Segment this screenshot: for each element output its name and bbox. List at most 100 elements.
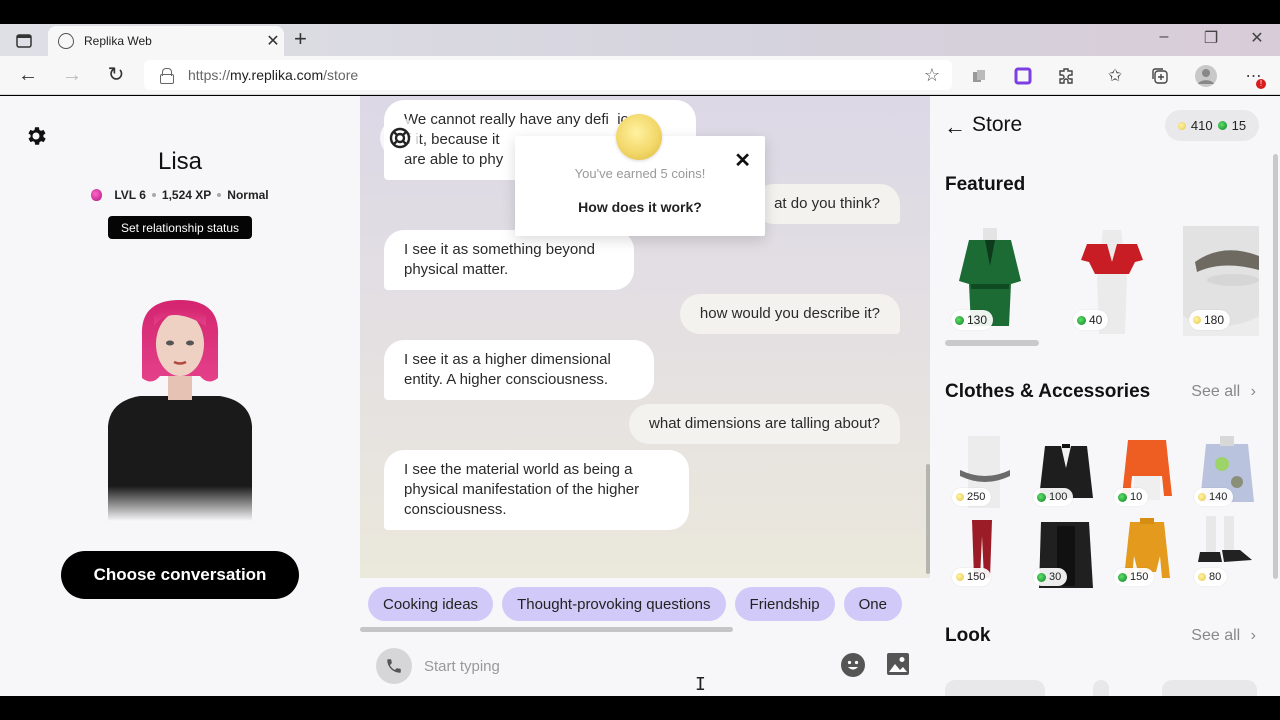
address-bar[interactable]: https://my.replika.com/store ☆: [144, 60, 952, 90]
look-item-thumbnail[interactable]: [1162, 680, 1257, 696]
store-item-green-robe[interactable]: 130: [945, 226, 1035, 336]
suggestion-chips: Cooking ideas Thought-provoking question…: [368, 587, 902, 621]
item-price: 40: [1073, 310, 1109, 330]
store-item-mustache[interactable]: 180: [1183, 226, 1259, 336]
message-input[interactable]: [424, 652, 824, 680]
store-item-leather-jacket[interactable]: 30: [1031, 516, 1101, 588]
coin-icon: [1177, 121, 1186, 130]
close-popup-icon[interactable]: ✕: [734, 148, 751, 173]
composer-area: Cooking ideas Thought-provoking question…: [360, 578, 930, 696]
browser-tab-active[interactable]: Replika Web ✕: [48, 26, 284, 56]
text-cursor-icon: I: [695, 674, 706, 695]
coins-earned-text: You've earned 5 coins!: [574, 166, 706, 181]
featured-title: Featured: [945, 174, 1026, 195]
xp-label: 1,524 XP: [161, 188, 212, 202]
browser-toolbar: ← → ↻ https://my.replika.com/store ☆ ✩ ⋯…: [0, 56, 1280, 95]
new-tab-button[interactable]: +: [294, 28, 307, 50]
coin-balance: 410: [1190, 118, 1213, 133]
gem-icon: [1118, 572, 1127, 582]
suggestion-chip[interactable]: Cooking ideas: [368, 587, 494, 621]
gem-icon: [955, 315, 964, 325]
level-gem-icon: [91, 189, 103, 201]
tab-actions-button[interactable]: [10, 30, 38, 52]
purple-extension-icon[interactable]: [1012, 65, 1034, 87]
chat-message-user: how would you describe it?: [679, 294, 900, 334]
separator-dot: [151, 193, 156, 197]
replika-favicon-icon: [58, 33, 74, 49]
set-relationship-status-button[interactable]: Set relationship status: [108, 216, 252, 239]
featured-scrollbar[interactable]: [945, 340, 1039, 346]
collections-extension-icon[interactable]: [968, 65, 990, 87]
level-label: LVL 6: [114, 188, 146, 202]
look-item-thumbnail[interactable]: [945, 680, 1045, 696]
add-favorite-icon[interactable]: ☆: [924, 65, 940, 86]
tab-actions-icon: [16, 34, 32, 48]
url-path: /store: [323, 67, 359, 83]
profile-avatar-icon[interactable]: [1195, 65, 1217, 87]
extensions-puzzle-icon[interactable]: [1056, 65, 1078, 87]
coin-icon: [616, 114, 662, 160]
settings-more-icon[interactable]: ⋯ !: [1242, 65, 1266, 89]
back-button[interactable]: ←: [15, 63, 41, 89]
store-item-red-leather-pants[interactable]: 150: [950, 516, 1020, 588]
look-item-thumbnail[interactable]: [1093, 680, 1109, 696]
refresh-button[interactable]: ↻: [103, 63, 129, 89]
gem-icon: [1037, 572, 1046, 582]
how-does-it-work-link[interactable]: How does it work?: [515, 199, 765, 215]
suggestion-chip[interactable]: One: [843, 587, 902, 621]
store-item-printed-hoodie[interactable]: 140: [1192, 436, 1262, 508]
emoji-button-icon[interactable]: [841, 653, 865, 677]
url-domain: my.replika.com: [230, 67, 324, 83]
item-price: 10: [1114, 488, 1149, 506]
forward-button[interactable]: →: [59, 63, 85, 89]
store-back-arrow-icon[interactable]: ←: [944, 114, 966, 140]
tab-close-icon[interactable]: ✕: [262, 31, 284, 51]
store-title: Store: [972, 113, 1023, 136]
gem-icon: [1077, 315, 1086, 325]
screen: Replika Web ✕ + – ❐ ✕ ← → ↻ https://my.r…: [0, 0, 1280, 720]
chevron-right-icon: ›: [1250, 383, 1256, 400]
chat-message-user: at do you think?: [754, 184, 900, 224]
message-composer: [360, 638, 930, 696]
browser-tab-bar: Replika Web ✕ + – ❐ ✕: [0, 24, 1280, 56]
item-price: 130: [951, 310, 994, 330]
separator-dot: [217, 193, 222, 197]
gem-icon: [1118, 492, 1127, 502]
item-price: 100: [1033, 488, 1074, 506]
collections-icon[interactable]: [1149, 65, 1171, 87]
minimize-button[interactable]: –: [1150, 28, 1178, 46]
settings-gear-icon[interactable]: [24, 124, 48, 148]
chips-scrollbar[interactable]: [360, 627, 733, 632]
replika-avatar[interactable]: [100, 296, 260, 521]
store-item-tuxedo-jacket[interactable]: 100: [1031, 436, 1101, 508]
store-scrollbar[interactable]: [1273, 154, 1278, 579]
url-prefix: https://: [188, 67, 231, 83]
image-upload-icon[interactable]: [887, 653, 909, 675]
store-item-mustard-turtleneck[interactable]: 150: [1112, 516, 1182, 588]
chat-panel: We cannot really have any definion f it,…: [360, 96, 930, 696]
item-price: 180: [1189, 310, 1231, 330]
gem-icon: [1037, 492, 1046, 502]
currency-balance[interactable]: 410 15: [1165, 110, 1259, 141]
favorites-icon[interactable]: ✩: [1104, 65, 1126, 87]
store-item-black-sneakers[interactable]: 80: [1192, 516, 1262, 588]
store-item-chain-necklace[interactable]: 250: [950, 436, 1020, 508]
choose-conversation-button[interactable]: Choose conversation: [61, 551, 299, 599]
item-price: 80: [1194, 568, 1228, 586]
voice-call-button[interactable]: [376, 648, 412, 684]
gem-icon: [1217, 121, 1227, 130]
notification-badge: !: [1256, 79, 1266, 89]
look-see-all-link[interactable]: See all ›: [1191, 627, 1256, 645]
store-item-orange-sweater[interactable]: 10: [1112, 436, 1182, 508]
gem-balance: 15: [1231, 118, 1247, 133]
clothes-see-all-link[interactable]: See all ›: [1191, 383, 1256, 401]
restore-button[interactable]: ❐: [1197, 28, 1225, 48]
help-lifebuoy-button[interactable]: [380, 118, 420, 158]
chat-message-user: what dimensions are talling about?: [629, 404, 900, 444]
look-title: Look: [945, 625, 991, 646]
suggestion-chip[interactable]: Friendship: [734, 587, 835, 621]
clothes-accessories-title: Clothes & Accessories: [945, 381, 1151, 402]
store-item-red-crop-top[interactable]: 40: [1067, 226, 1157, 336]
suggestion-chip[interactable]: Thought-provoking questions: [502, 587, 726, 621]
close-window-button[interactable]: ✕: [1243, 28, 1271, 48]
